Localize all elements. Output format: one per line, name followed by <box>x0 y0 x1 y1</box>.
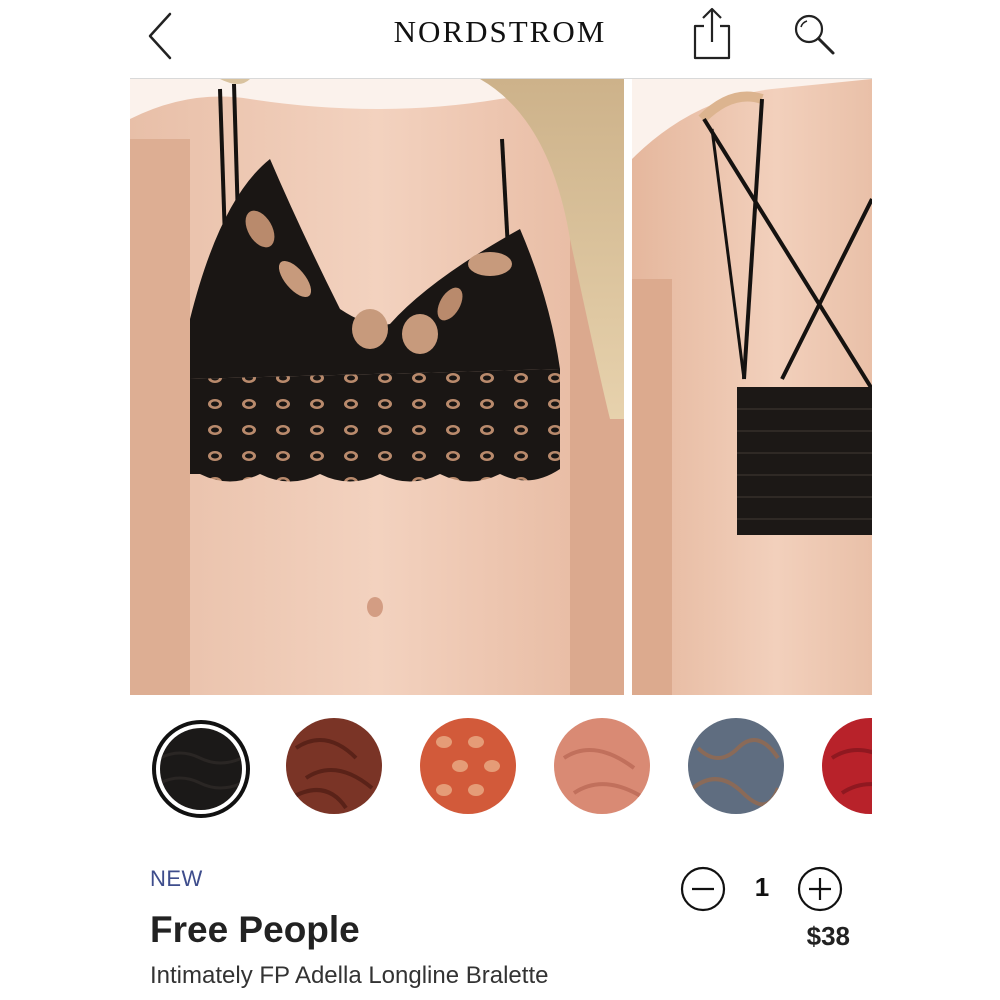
swatch-slate-blue[interactable] <box>688 718 784 814</box>
search-icon <box>794 14 835 55</box>
share-icon <box>693 7 731 60</box>
quantity-value: 1 <box>754 872 770 902</box>
color-swatch-row <box>130 706 872 836</box>
new-badge: NEW <box>150 866 203 891</box>
chevron-left-icon <box>148 12 172 60</box>
quantity-increase-button[interactable] <box>797 866 843 912</box>
minus-circle-icon <box>680 866 726 912</box>
product-photo-front[interactable] <box>130 79 624 695</box>
share-button[interactable] <box>690 4 734 64</box>
swatch-black[interactable] <box>152 720 250 818</box>
swatch-orange[interactable] <box>420 718 516 814</box>
bralette-back-image <box>632 79 872 695</box>
plus-circle-icon <box>797 866 843 912</box>
product-title: Intimately FP Adella Longline Bralette <box>150 962 549 989</box>
product-price: $38 <box>806 921 850 951</box>
product-brand[interactable]: Free People <box>150 909 360 951</box>
top-nav-bar: NORDSTROM <box>130 0 872 79</box>
search-button[interactable] <box>790 10 840 60</box>
product-image-gallery[interactable] <box>130 79 872 695</box>
swatch-rust[interactable] <box>286 718 382 814</box>
swatch-peach[interactable] <box>554 718 650 814</box>
product-photo-back[interactable] <box>632 79 872 695</box>
swatch-red[interactable] <box>822 718 872 814</box>
quantity-decrease-button[interactable] <box>680 866 726 912</box>
store-logo: NORDSTROM <box>393 14 607 49</box>
product-page: NORDSTROM NEW Free People Intimately FP … <box>0 0 1000 1000</box>
back-button[interactable] <box>140 8 180 64</box>
bralette-front-image <box>130 79 624 695</box>
